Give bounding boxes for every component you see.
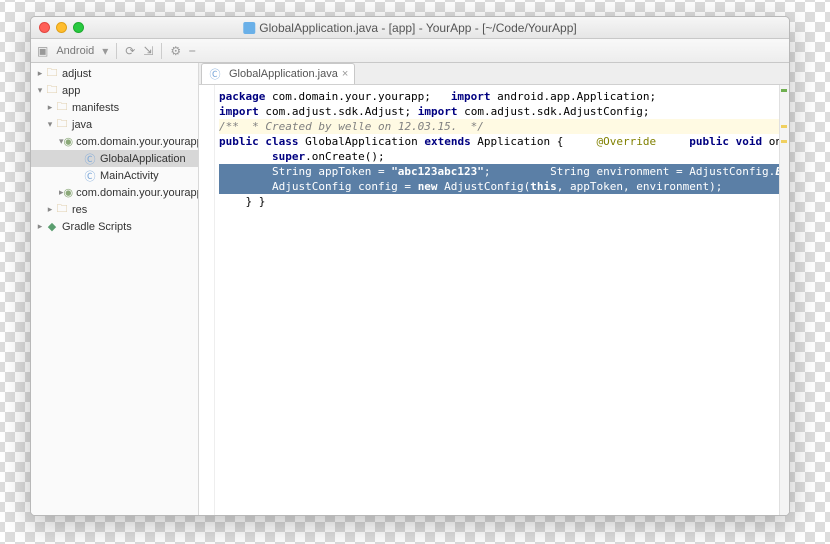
tree-item-package[interactable]: ▾◉com.domain.your.yourapp — [31, 133, 198, 150]
error-stripe[interactable] — [779, 85, 789, 515]
close-window-button[interactable] — [39, 22, 50, 33]
close-tab-icon[interactable]: × — [342, 68, 348, 80]
file-type-icon — [243, 22, 255, 34]
tree-label: com.domain.your.yourapp — [76, 136, 198, 148]
tree-item-adjust[interactable]: ▸🗀adjust — [31, 65, 198, 82]
folder-icon: 🗀 — [45, 68, 59, 80]
ide-window: GlobalApplication.java - [app] - YourApp… — [30, 16, 790, 516]
window-title: GlobalApplication.java - [app] - YourApp… — [243, 21, 576, 35]
tree-item-main-activity[interactable]: ⒸMainActivity — [31, 167, 198, 184]
separator — [116, 43, 117, 59]
gutter[interactable] — [199, 85, 215, 515]
collapse-icon[interactable]: ⇲ — [143, 44, 153, 58]
hide-icon[interactable]: ⎯ — [189, 43, 195, 58]
tree-label: com.domain.your.yourapp — [76, 187, 198, 199]
android-icon: ▣ — [37, 44, 48, 58]
folder-icon: 🗀 — [55, 204, 69, 216]
tree-label: app — [62, 85, 80, 97]
class-icon: Ⓒ — [83, 170, 97, 182]
separator — [161, 43, 162, 59]
warning-marker[interactable] — [781, 140, 787, 143]
maximize-window-button[interactable] — [73, 22, 84, 33]
tree-item-java[interactable]: ▾🗀java — [31, 116, 198, 133]
selected-code-block: String appToken = "abc123abc123"; String… — [219, 164, 789, 194]
window-controls — [31, 22, 84, 33]
code-editor[interactable]: package com.domain.your.yourapp; import … — [199, 85, 789, 515]
status-marker[interactable] — [781, 89, 787, 92]
class-icon: Ⓒ — [83, 153, 97, 165]
tab-label: GlobalApplication.java — [229, 68, 338, 80]
tree-item-app[interactable]: ▾🗀app — [31, 82, 198, 99]
gradle-icon: ◆ — [45, 221, 59, 233]
code-content[interactable]: package com.domain.your.yourapp; import … — [215, 85, 789, 515]
tree-item-manifests[interactable]: ▸🗀manifests — [31, 99, 198, 116]
content-area: ▸🗀adjust ▾🗀app ▸🗀manifests ▾🗀java ▾◉com.… — [31, 63, 789, 515]
window-title-text: GlobalApplication.java - [app] - YourApp… — [259, 21, 576, 35]
sync-icon[interactable]: ⟳ — [125, 44, 135, 58]
tree-label: MainActivity — [100, 170, 159, 182]
annotation: @Override — [597, 135, 657, 148]
tree-label: res — [72, 204, 87, 216]
tree-item-gradle[interactable]: ▸◆Gradle Scripts — [31, 218, 198, 235]
class-icon: Ⓒ — [208, 68, 222, 80]
minimize-window-button[interactable] — [56, 22, 67, 33]
project-view-selector[interactable]: Android — [56, 45, 94, 57]
project-tree-panel[interactable]: ▸🗀adjust ▾🗀app ▸🗀manifests ▾🗀java ▾◉com.… — [31, 63, 199, 515]
settings-icon[interactable]: ⚙ — [170, 44, 181, 58]
toolbar: ▣ Android ▾ ⟳ ⇲ ⚙ ⎯ — [31, 39, 789, 63]
tree-label: Gradle Scripts — [62, 221, 132, 233]
code-line: } — [219, 195, 252, 208]
tab-global-application[interactable]: Ⓒ GlobalApplication.java × — [201, 63, 355, 84]
tree-label: GlobalApplication — [100, 153, 186, 165]
warning-marker[interactable] — [781, 125, 787, 128]
comment: */ — [464, 120, 484, 133]
package-icon: ◉ — [64, 136, 74, 148]
code-line: } — [259, 195, 266, 208]
editor-tabs: Ⓒ GlobalApplication.java × — [199, 63, 789, 85]
titlebar[interactable]: GlobalApplication.java - [app] - YourApp… — [31, 17, 789, 39]
comment: * Created by welle on 12.03.15. — [246, 120, 458, 133]
tree-item-res[interactable]: ▸🗀res — [31, 201, 198, 218]
tree-item-global-application[interactable]: ⒸGlobalApplication — [31, 150, 198, 167]
tree-label: java — [72, 119, 92, 131]
folder-icon: 🗀 — [55, 102, 69, 114]
editor-area: Ⓒ GlobalApplication.java × package com.d… — [199, 63, 789, 515]
tree-label: adjust — [62, 68, 91, 80]
dropdown-arrow-icon[interactable]: ▾ — [102, 44, 108, 58]
tree-item-package-test[interactable]: ▸◉com.domain.your.yourapp — [31, 184, 198, 201]
folder-icon: 🗀 — [45, 85, 59, 97]
project-tree: ▸🗀adjust ▾🗀app ▸🗀manifests ▾🗀java ▾◉com.… — [31, 63, 198, 237]
package-icon: ◉ — [64, 187, 74, 199]
folder-icon: 🗀 — [55, 119, 69, 131]
comment: /** — [219, 120, 239, 133]
tree-label: manifests — [72, 102, 119, 114]
